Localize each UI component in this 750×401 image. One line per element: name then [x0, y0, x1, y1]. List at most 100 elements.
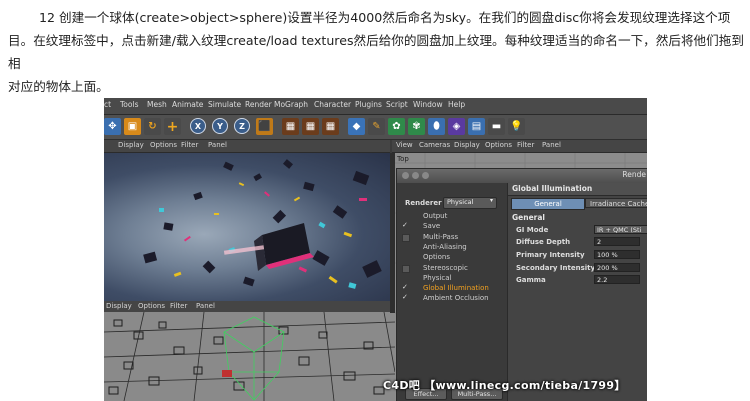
- menu-item-plugins[interactable]: Plugins: [355, 100, 382, 109]
- param-value-field[interactable]: 2.2: [594, 275, 640, 285]
- article-line-3: 对应的物体上面。: [8, 79, 109, 94]
- deformer-icon[interactable]: ⬮: [428, 118, 445, 135]
- minimize-icon[interactable]: [412, 172, 419, 179]
- nurbs-icon[interactable]: ✿: [388, 118, 405, 135]
- menu-item-animate[interactable]: Animate: [172, 100, 203, 109]
- param-row: Diffuse Depth 2: [516, 237, 646, 247]
- scale-tool-icon[interactable]: ▣: [124, 118, 141, 135]
- viewport-menu-options[interactable]: Options: [150, 141, 177, 149]
- spline-icon[interactable]: ✎: [368, 118, 385, 135]
- renderer-label: Renderer: [405, 199, 442, 207]
- settings-list-label: Multi-Pass: [423, 232, 459, 241]
- viewport-menu-display[interactable]: Display: [454, 141, 480, 149]
- menu-item-tools[interactable]: Tools: [120, 100, 138, 109]
- param-value-field[interactable]: 200 %: [594, 262, 640, 272]
- render-settings-icon[interactable]: ▦: [322, 118, 339, 135]
- viewport-menu-filter[interactable]: Filter: [181, 141, 198, 149]
- param-label: Primary Intensity: [516, 250, 585, 259]
- checkmark-icon[interactable]: ✓: [402, 222, 409, 229]
- axis-x-icon[interactable]: X: [190, 118, 206, 134]
- perspective-viewport-wireframe: [104, 312, 395, 401]
- menu-item-mograph[interactable]: MoGraph: [274, 100, 308, 109]
- param-label: Diffuse Depth: [516, 238, 571, 246]
- toolbar: ✥ ▣ ↻ + X Y Z ⬛ ▦ ▦ ▦ ◆ ✎ ✿ ✾ ⬮ ◈ ▤ ▬ 💡: [104, 115, 647, 140]
- menu-item-character[interactable]: Character: [314, 100, 351, 109]
- article-line-1: 12 创建一个球体(create>object>sphere)设置半径为4000…: [39, 10, 731, 25]
- settings-list-label: Stereoscopic: [423, 263, 468, 272]
- render-preview: [104, 153, 390, 301]
- axis-z-icon[interactable]: Z: [234, 118, 250, 134]
- param-value-field[interactable]: 100 %: [594, 249, 640, 259]
- renderer-select[interactable]: Physical ▾: [443, 197, 497, 209]
- add-tool-icon[interactable]: +: [164, 118, 181, 135]
- cube-icon[interactable]: ◆: [348, 118, 365, 135]
- settings-list-label: Global Illumination: [423, 284, 489, 293]
- render-view-icon[interactable]: ▦: [282, 118, 299, 135]
- param-label: Secondary Intensity: [516, 263, 596, 272]
- checkbox[interactable]: [402, 264, 410, 273]
- floor-icon[interactable]: ▤: [468, 118, 485, 135]
- viewport-menu-display[interactable]: Display: [118, 141, 144, 149]
- render-settings-dialog: Rende Renderer Physical ▾ Output ✓ Save Mul…: [396, 168, 647, 401]
- article-text: 12 创建一个球体(create>object>sphere)设置半径为4000…: [8, 6, 744, 98]
- dialog-title: Rende: [622, 170, 646, 179]
- render-preview-image: [143, 159, 382, 289]
- viewport-menu-cameras[interactable]: Cameras: [419, 141, 450, 149]
- menu-item[interactable]: ct: [104, 100, 111, 109]
- viewport-menu-panel[interactable]: Panel: [196, 302, 215, 310]
- viewport-menu-panel[interactable]: Panel: [208, 141, 227, 149]
- menu-item-render[interactable]: Render: [245, 100, 272, 109]
- viewport-divider[interactable]: [390, 153, 395, 313]
- settings-list-pane: Renderer Physical ▾ Output ✓ Save Multi-Pas…: [397, 183, 508, 401]
- section-title: General: [512, 213, 545, 222]
- gi-mode-select[interactable]: IR + QMC (Sti: [594, 225, 647, 234]
- global-illumination-panel: Global Illumination General Irradiance C…: [508, 183, 647, 401]
- checkbox[interactable]: [402, 233, 410, 242]
- cinema4d-screenshot: ct Tools Mesh Animate Simulate Render Mo…: [104, 98, 647, 401]
- viewport-menu-view[interactable]: View: [396, 141, 413, 149]
- viewport-menu-options[interactable]: Options: [138, 302, 165, 310]
- panel-title: Global Illumination: [512, 184, 593, 193]
- checkmark-icon[interactable]: ✓: [402, 294, 409, 301]
- right-viewport-menu: View Cameras Display Options Filter Pane…: [392, 140, 647, 153]
- checkmark-icon[interactable]: ✓: [402, 284, 409, 291]
- close-icon[interactable]: [402, 172, 409, 179]
- menu-item-simulate[interactable]: Simulate: [208, 100, 241, 109]
- menu-item-window[interactable]: Window: [413, 100, 443, 109]
- viewport-menu-filter[interactable]: Filter: [170, 302, 187, 310]
- axis-y-icon[interactable]: Y: [212, 118, 228, 134]
- settings-list-item[interactable]: ✓ Ambient Occlusion: [397, 293, 507, 304]
- article-line-2: 目。在纹理标签中，点击新建/载入纹理create/load textures然后…: [8, 33, 744, 71]
- viewport-menu-filter[interactable]: Filter: [517, 141, 534, 149]
- camera-icon[interactable]: ▬: [488, 118, 505, 135]
- viewport-menu-display[interactable]: Display: [106, 302, 132, 310]
- menu-item-help[interactable]: Help: [448, 100, 465, 109]
- param-row: Gamma 2.2: [516, 275, 646, 285]
- tab-general[interactable]: General: [511, 198, 585, 210]
- viewport-menu-options[interactable]: Options: [485, 141, 512, 149]
- settings-list-label: Physical: [423, 273, 452, 282]
- perspective-viewport[interactable]: [104, 312, 395, 401]
- render-picture-icon[interactable]: ▦: [302, 118, 319, 135]
- menu-item-script[interactable]: Script: [386, 100, 408, 109]
- gi-mode-label: GI Mode: [516, 226, 549, 234]
- coordinate-system-icon[interactable]: ⬛: [256, 118, 273, 135]
- gi-mode-row: GI Mode IR + QMC (Sti: [516, 225, 647, 235]
- settings-list-label: Save: [423, 222, 441, 231]
- param-label: Gamma: [516, 276, 546, 285]
- renderer-value: Physical: [447, 198, 474, 206]
- param-value-field[interactable]: 2: [594, 237, 640, 246]
- viewport-menu-panel[interactable]: Panel: [542, 141, 561, 149]
- rotate-tool-icon[interactable]: ↻: [144, 118, 161, 135]
- light-icon[interactable]: 💡: [508, 118, 525, 135]
- chevron-down-icon: ▾: [489, 197, 493, 204]
- param-row: Secondary Intensity 200 %: [516, 262, 646, 273]
- param-row: Primary Intensity 100 %: [516, 249, 646, 260]
- zoom-icon[interactable]: [422, 172, 429, 179]
- array-icon[interactable]: ✾: [408, 118, 425, 135]
- move-tool-icon[interactable]: ✥: [104, 118, 121, 135]
- scene-icon[interactable]: ◈: [448, 118, 465, 135]
- tab-irradiance-cache[interactable]: Irradiance Cache: [585, 198, 647, 208]
- dialog-title-bar[interactable]: Rende: [397, 169, 647, 183]
- menu-item-mesh[interactable]: Mesh: [147, 100, 167, 109]
